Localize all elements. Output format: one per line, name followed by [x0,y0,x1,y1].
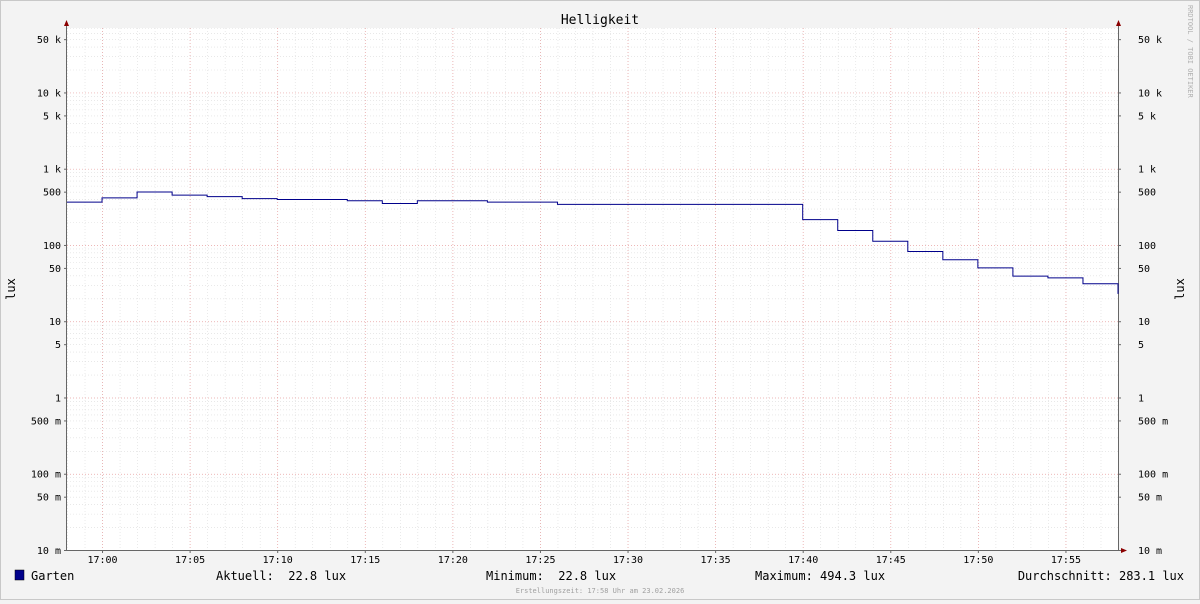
legend-average: Durchschnitt: 283.1 lux [1018,569,1184,583]
y-tick-label-left: 100 m [31,470,61,481]
y-tick-label-right: 1 k [1138,165,1156,176]
legend-minimum: Minimum: 22.8 lux [486,569,616,583]
x-tick-label: 17:15 [350,555,380,566]
y-tick-label-right: 100 m [1138,470,1168,481]
chart-svg: 50 k 10 k 5 k 1 k 500 100 50 10 5 1 500 m 100 m 50 m… [4,5,1194,595]
y-tick-labels-right: 50 k 10 k 5 k 1 k 500 100 50 10 5 1 500 m 100 m 50 m… [1138,35,1168,557]
y-tick-label-left: 10 [49,317,61,328]
y-tick-label-left: 50 k [37,35,61,46]
creation-time-footer: Erstellungszeit: 17:58 Uhr am 23.02.2026 [516,587,685,595]
x-tick-label: 17:05 [175,555,205,566]
y-axis-arrow-left [64,20,69,26]
y-tick-label-left: 5 k [43,111,61,122]
legend-series-name: Garten [31,569,74,583]
x-tick-label: 17:00 [87,555,117,566]
x-tick-label: 17:50 [963,555,993,566]
x-tick-label: 17:30 [613,555,643,566]
x-tick-label: 17:55 [1051,555,1081,566]
legend-swatch [14,569,25,581]
y-tick-label-left: 5 [55,340,61,351]
y-tick-label-right: 5 k [1138,111,1156,122]
y-tick-label-right: 10 [1138,317,1150,328]
y-tick-label-left: 10 k [37,88,61,99]
legend-maximum: Maximum: 494.3 lux [755,569,885,583]
plot-area [67,28,1118,550]
y-axis-label-left: lux [4,278,18,300]
y-axis-label-right: lux [1173,278,1187,300]
y-tick-label-right: 500 m [1138,416,1168,427]
x-tick-label: 17:10 [263,555,293,566]
y-tick-label-left: 500 m [31,416,61,427]
y-tick-label-left: 50 m [37,493,61,504]
y-tick-label-right: 100 [1138,241,1156,252]
x-axis-arrow [1121,548,1127,553]
y-tick-label-right: 5 [1138,340,1144,351]
x-tick-label: 17:35 [701,555,731,566]
rrdtool-watermark: RRDTOOL / TOBI OETIKER [1186,5,1194,99]
y-tick-label-left: 500 [43,188,61,199]
x-tick-label: 17:40 [788,555,818,566]
x-tick-label: 17:45 [876,555,906,566]
chart-title: Helligkeit [561,13,639,28]
y-tick-label-right: 50 [1138,264,1150,275]
y-tick-label-left: 1 k [43,165,61,176]
y-tick-label-right: 50 k [1138,35,1162,46]
y-tick-labels-left: 50 k 10 k 5 k 1 k 500 100 50 10 5 1 500 m 100 m 50 m… [31,35,61,557]
y-tick-label-right: 10 k [1138,88,1162,99]
y-tick-label-right: 10 m [1138,546,1162,557]
legend-current: Aktuell: 22.8 lux [216,569,346,583]
y-tick-label-left: 1 [55,393,61,404]
y-tick-label-left: 50 [49,264,61,275]
y-axis-arrow-right [1116,20,1121,26]
y-tick-label-left: 10 m [37,546,61,557]
x-tick-label: 17:25 [525,555,555,566]
x-tick-label: 17:20 [438,555,468,566]
chart-frame: 50 k 10 k 5 k 1 k 500 100 50 10 5 1 500 m 100 m 50 m… [0,0,1200,600]
x-tick-labels: 17:00 17:05 17:10 17:15 17:20 17:25 17:30 17:35… [87,555,1081,566]
y-tick-label-right: 500 [1138,188,1156,199]
y-tick-label-right: 1 [1138,393,1144,404]
y-tick-label-left: 100 [43,241,61,252]
y-tick-label-right: 50 m [1138,493,1162,504]
